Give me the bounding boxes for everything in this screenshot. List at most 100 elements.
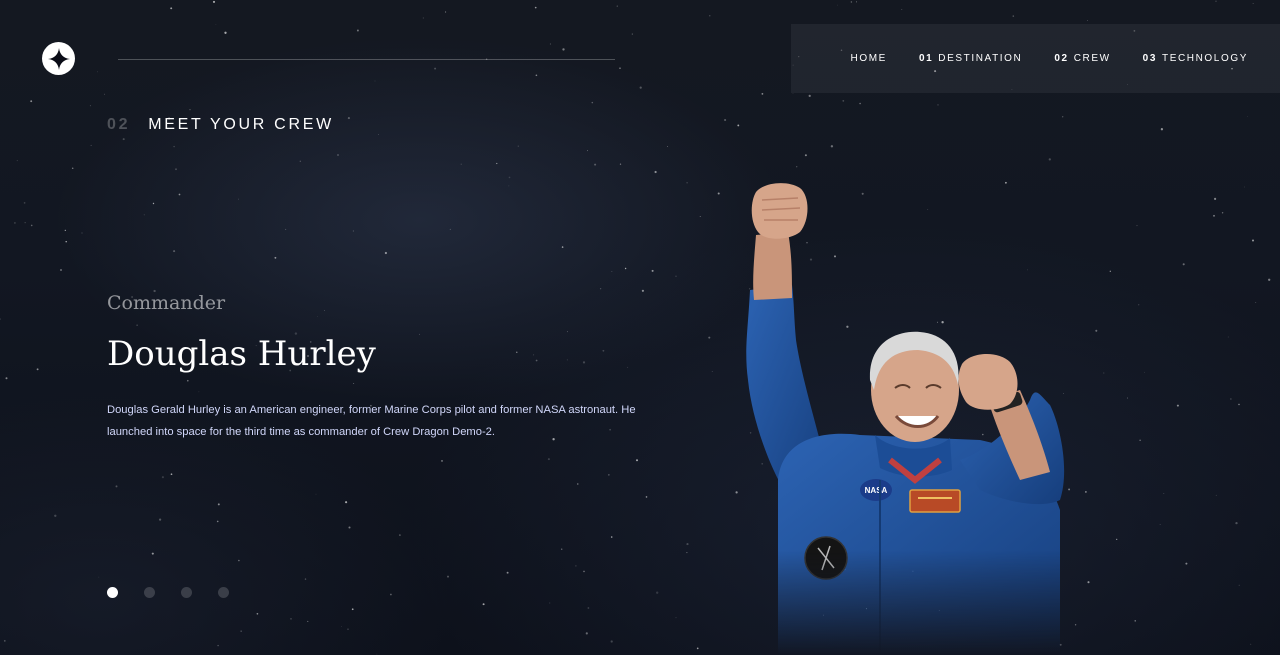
star bbox=[434, 67, 437, 70]
star bbox=[175, 168, 177, 171]
star bbox=[1268, 278, 1271, 281]
crew-bio: Douglas Gerald Hurley is an American eng… bbox=[107, 404, 636, 438]
nasa-patch-icon: NASA bbox=[865, 486, 888, 495]
crew-dot-1[interactable] bbox=[107, 587, 118, 598]
star bbox=[1252, 3, 1254, 4]
nav-home[interactable]: HOME bbox=[851, 53, 887, 64]
star bbox=[1048, 158, 1051, 161]
star bbox=[566, 359, 568, 361]
crew-dot-4[interactable] bbox=[218, 587, 229, 598]
star bbox=[1012, 15, 1015, 17]
star bbox=[602, 349, 605, 352]
star bbox=[151, 552, 154, 555]
star bbox=[535, 74, 538, 77]
star bbox=[345, 501, 348, 504]
star bbox=[399, 534, 401, 536]
star bbox=[352, 230, 354, 232]
star bbox=[611, 271, 613, 272]
star bbox=[566, 331, 568, 333]
star bbox=[585, 632, 588, 635]
star bbox=[1235, 521, 1238, 525]
star bbox=[717, 192, 720, 195]
nav-technology[interactable]: 03 TECHNOLOGY bbox=[1143, 53, 1248, 64]
star bbox=[506, 571, 509, 574]
star bbox=[808, 94, 811, 98]
star bbox=[859, 102, 861, 105]
star bbox=[583, 570, 585, 573]
star bbox=[1185, 562, 1188, 565]
star bbox=[54, 514, 57, 517]
star bbox=[737, 124, 740, 127]
star bbox=[1138, 304, 1140, 306]
star bbox=[610, 640, 613, 643]
star bbox=[274, 256, 277, 259]
star bbox=[1127, 397, 1129, 399]
star bbox=[353, 382, 355, 384]
star bbox=[850, 1, 853, 3]
star bbox=[549, 602, 551, 604]
star bbox=[624, 267, 627, 270]
star bbox=[594, 163, 597, 166]
star bbox=[724, 118, 727, 122]
star bbox=[238, 559, 240, 562]
star bbox=[90, 144, 92, 146]
star bbox=[582, 361, 586, 364]
star bbox=[212, 0, 216, 3]
star bbox=[97, 71, 99, 73]
nav-home-label: HOME bbox=[850, 53, 887, 64]
star bbox=[170, 7, 173, 10]
star bbox=[711, 371, 713, 372]
star bbox=[796, 166, 798, 168]
star bbox=[60, 269, 62, 271]
star bbox=[36, 368, 39, 371]
star bbox=[575, 565, 577, 567]
star bbox=[1062, 116, 1064, 118]
star bbox=[667, 146, 668, 147]
star bbox=[1221, 212, 1224, 214]
nav-crew[interactable]: 02 CREW bbox=[1054, 53, 1110, 64]
star bbox=[152, 202, 155, 205]
star bbox=[173, 250, 176, 253]
crew-pagination bbox=[107, 587, 255, 598]
star bbox=[482, 603, 485, 606]
nav-crew-number: 02 bbox=[1054, 53, 1069, 64]
star bbox=[508, 185, 510, 187]
star bbox=[89, 105, 91, 107]
star bbox=[170, 473, 173, 476]
nav-destination[interactable]: 01 DESTINATION bbox=[919, 53, 1022, 64]
star bbox=[1087, 20, 1088, 21]
crew-dot-2[interactable] bbox=[144, 587, 155, 598]
star bbox=[216, 520, 219, 523]
logo[interactable] bbox=[42, 42, 75, 75]
star bbox=[627, 366, 629, 368]
star bbox=[1139, 439, 1141, 441]
star bbox=[1215, 0, 1217, 2]
star bbox=[98, 576, 100, 578]
star bbox=[599, 288, 602, 290]
star bbox=[0, 318, 1, 320]
star bbox=[419, 333, 420, 335]
star bbox=[610, 536, 613, 538]
star bbox=[696, 647, 699, 650]
star bbox=[619, 163, 622, 165]
star bbox=[5, 377, 8, 380]
star bbox=[64, 229, 66, 232]
star bbox=[65, 240, 67, 243]
star bbox=[189, 109, 191, 111]
star bbox=[3, 640, 6, 642]
star bbox=[356, 29, 359, 32]
star bbox=[187, 379, 189, 382]
star bbox=[534, 6, 537, 9]
astronaut-image: NASA bbox=[746, 183, 1065, 655]
star bbox=[675, 617, 677, 619]
crew-dot-3[interactable] bbox=[181, 587, 192, 598]
star bbox=[1144, 371, 1145, 373]
star bbox=[299, 160, 301, 162]
star bbox=[856, 1, 857, 3]
star bbox=[645, 496, 648, 498]
star bbox=[290, 618, 292, 620]
header-divider bbox=[118, 59, 615, 60]
star bbox=[641, 289, 644, 292]
star bbox=[842, 99, 845, 102]
star bbox=[122, 138, 125, 141]
